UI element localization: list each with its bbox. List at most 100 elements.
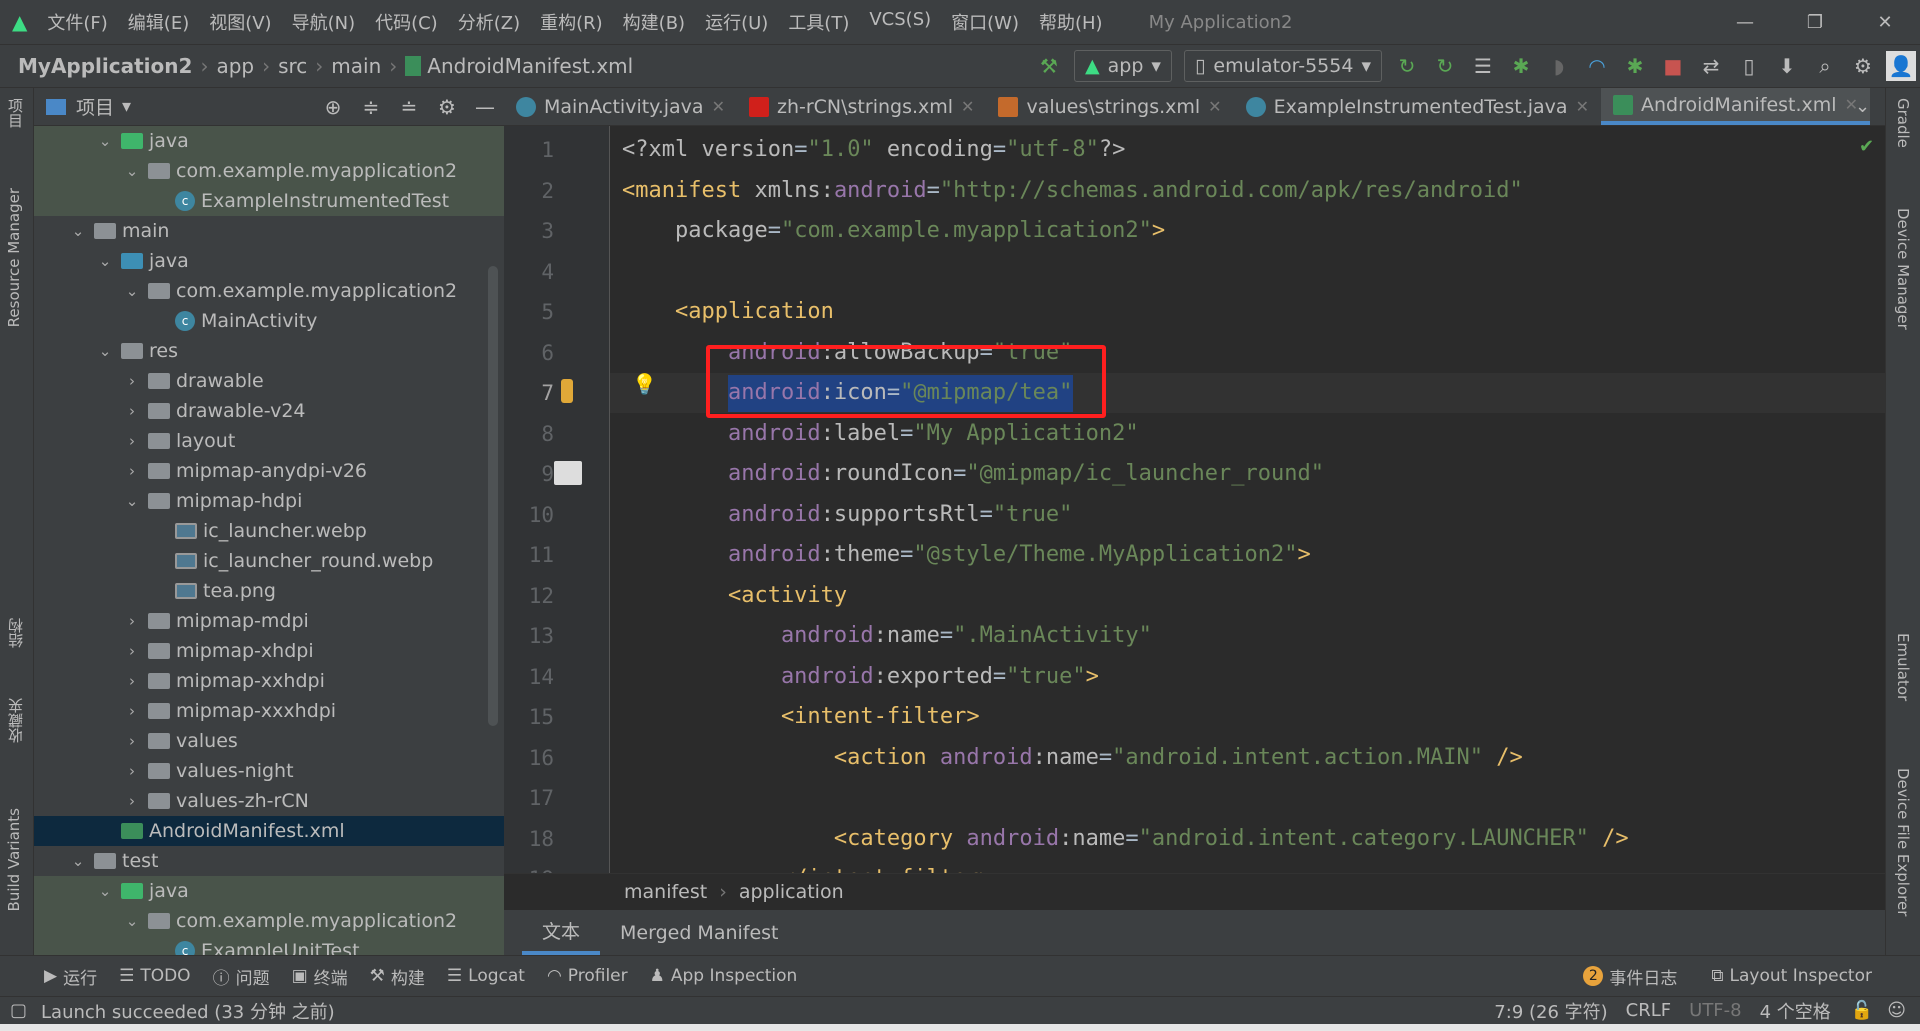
build-hammer-icon[interactable]: ⚒ bbox=[1034, 51, 1064, 81]
tree-item[interactable]: c MainActivity bbox=[34, 306, 504, 336]
resource-manager-tool-button[interactable]: Resource Manager bbox=[5, 188, 23, 327]
menu-item[interactable]: 导航(N) bbox=[292, 9, 356, 35]
tool-window-button[interactable]: ⓘ 问题 bbox=[213, 964, 270, 989]
event-log-button[interactable]: 2 事件日志 bbox=[1583, 964, 1677, 989]
tree-item[interactable]: › values-zh-rCN bbox=[34, 786, 504, 816]
menu-item[interactable]: VCS(S) bbox=[869, 9, 931, 35]
tree-item[interactable]: ic_launcher_round.webp bbox=[34, 546, 504, 576]
chevron-right-icon[interactable]: › bbox=[122, 762, 142, 780]
restore-button[interactable]: ❐ bbox=[1780, 12, 1850, 33]
project-scrollbar[interactable] bbox=[488, 266, 498, 726]
inspector-face-icon[interactable]: ☺ bbox=[1887, 1000, 1906, 1021]
indent-setting[interactable]: 4 个空格 bbox=[1760, 998, 1831, 1024]
editor-tab[interactable]: MainActivity.java ✕ bbox=[504, 88, 737, 125]
tree-item[interactable]: › values bbox=[34, 726, 504, 756]
menu-item[interactable]: 运行(U) bbox=[705, 9, 768, 35]
apply-changes-icon[interactable]: ↻ bbox=[1392, 51, 1422, 81]
profile-icon[interactable]: ◠ bbox=[1582, 51, 1612, 81]
tree-item[interactable]: ic_launcher.webp bbox=[34, 516, 504, 546]
chevron-down-icon[interactable]: ⌄ bbox=[95, 342, 115, 360]
tool-window-button[interactable]: ☰ TODO bbox=[119, 964, 191, 989]
device-manager-icon[interactable]: ▯ bbox=[1734, 51, 1764, 81]
menu-item[interactable]: 构建(B) bbox=[623, 9, 685, 35]
chevron-down-icon[interactable]: ⌄ bbox=[122, 912, 142, 930]
chevron-right-icon[interactable]: › bbox=[122, 462, 142, 480]
gradle-sync-icon[interactable]: ⇄ bbox=[1696, 51, 1726, 81]
menu-item[interactable]: 工具(T) bbox=[788, 9, 849, 35]
tool-window-button[interactable]: ▣ 终端 bbox=[292, 964, 348, 989]
tree-item[interactable]: tea.png bbox=[34, 576, 504, 606]
tree-item[interactable]: ⌄ java bbox=[34, 876, 504, 906]
tree-item[interactable]: ⌄ com.example.myapplication2 bbox=[34, 276, 504, 306]
tree-item[interactable]: ⌄ java bbox=[34, 126, 504, 156]
tree-item[interactable]: › mipmap-xxhdpi bbox=[34, 666, 504, 696]
tree-item[interactable]: › values-night bbox=[34, 756, 504, 786]
attach-debugger-icon[interactable]: ✱ bbox=[1620, 51, 1650, 81]
menu-item[interactable]: 帮助(H) bbox=[1039, 9, 1103, 35]
tree-item[interactable]: › drawable bbox=[34, 366, 504, 396]
project-tool-button[interactable]: 项目 bbox=[5, 98, 26, 128]
menu-item[interactable]: 窗口(W) bbox=[951, 9, 1019, 35]
tool-window-button[interactable]: ▶ 运行 bbox=[44, 964, 97, 989]
chevron-down-icon[interactable]: ⌄ bbox=[122, 282, 142, 300]
tree-item[interactable]: › mipmap-xhdpi bbox=[34, 636, 504, 666]
debug-icon[interactable]: ✱ bbox=[1506, 51, 1536, 81]
structure-tool-button[interactable]: 结构 bbox=[5, 618, 26, 648]
tree-item[interactable]: ⌄ com.example.myapplication2 bbox=[34, 906, 504, 936]
chevron-down-icon[interactable]: ⌄ bbox=[68, 852, 88, 870]
chevron-down-icon[interactable]: ▾ bbox=[122, 96, 131, 117]
tree-item[interactable]: ⌄ test bbox=[34, 846, 504, 876]
device-file-explorer-tool-button[interactable]: Device File Explorer bbox=[1894, 768, 1912, 916]
chevron-down-icon[interactable]: ⌄ bbox=[95, 252, 115, 270]
file-encoding[interactable]: UTF-8 bbox=[1689, 1000, 1741, 1021]
sync-icon[interactable]: ☰ bbox=[1468, 51, 1498, 81]
tool-window-button[interactable]: ◠ Profiler bbox=[547, 964, 628, 989]
breadcrumb-item[interactable]: main bbox=[331, 54, 381, 78]
tool-window-button[interactable]: ⚒ 构建 bbox=[370, 964, 425, 989]
chevron-down-icon[interactable]: ⌄ bbox=[95, 132, 115, 150]
chevron-right-icon[interactable]: › bbox=[122, 702, 142, 720]
breadcrumb-item[interactable]: src bbox=[278, 54, 307, 78]
coverage-icon[interactable]: ◗ bbox=[1544, 51, 1574, 81]
breadcrumb-manifest[interactable]: manifest bbox=[624, 881, 707, 903]
chevron-right-icon[interactable]: › bbox=[122, 732, 142, 750]
breadcrumb-item[interactable]: AndroidManifest.xml bbox=[427, 54, 633, 78]
apply-code-changes-icon[interactable]: ↻ bbox=[1430, 51, 1460, 81]
menu-item[interactable]: 重构(R) bbox=[540, 9, 603, 35]
chevron-right-icon[interactable]: › bbox=[122, 612, 142, 630]
close-button[interactable]: ✕ bbox=[1850, 12, 1920, 33]
menu-item[interactable]: 代码(C) bbox=[375, 9, 438, 35]
locate-icon[interactable]: ⊕ bbox=[318, 92, 348, 122]
build-variants-tool-button[interactable]: Build Variants bbox=[5, 808, 23, 911]
chevron-down-icon[interactable]: ⌄ bbox=[95, 882, 115, 900]
gradle-tool-button[interactable]: Gradle bbox=[1894, 98, 1912, 148]
editor-tab[interactable]: ExampleInstrumentedTest.java ✕ bbox=[1234, 88, 1601, 125]
tree-item[interactable]: ⌄ mipmap-hdpi bbox=[34, 486, 504, 516]
chevron-right-icon[interactable]: › bbox=[122, 642, 142, 660]
layout-inspector-button[interactable]: ⧉ Layout Inspector bbox=[1711, 966, 1872, 986]
tab-merged-manifest[interactable]: Merged Manifest bbox=[600, 910, 799, 955]
chevron-down-icon[interactable]: ⌄ bbox=[122, 492, 142, 510]
cursor-position[interactable]: 7:9 (26 字符) bbox=[1494, 998, 1607, 1024]
close-tab-icon[interactable]: ✕ bbox=[712, 97, 725, 116]
breadcrumb-application[interactable]: application bbox=[739, 881, 844, 903]
tree-item[interactable]: › layout bbox=[34, 426, 504, 456]
gear-icon[interactable]: ⚙ bbox=[1848, 51, 1878, 81]
minimize-button[interactable]: — bbox=[1710, 12, 1780, 33]
lock-icon[interactable]: 🔓 bbox=[1851, 1000, 1873, 1021]
chevron-right-icon[interactable]: › bbox=[122, 792, 142, 810]
device-manager-tool-button[interactable]: Device Manager bbox=[1894, 208, 1912, 330]
chevron-right-icon[interactable]: › bbox=[122, 432, 142, 450]
chevron-down-icon[interactable]: ⌄ bbox=[122, 162, 142, 180]
menu-item[interactable]: 文件(F) bbox=[47, 9, 107, 35]
tabs-overflow-chevron-icon[interactable]: ⌄ bbox=[1855, 96, 1870, 117]
search-icon[interactable]: ⌕ bbox=[1810, 51, 1840, 81]
editor-tab[interactable]: zh-rCN\strings.xml ✕ bbox=[737, 88, 986, 125]
breadcrumb-item[interactable]: MyApplication2 bbox=[18, 54, 192, 78]
sdk-manager-icon[interactable]: ⬇ bbox=[1772, 51, 1802, 81]
collapse-all-icon[interactable]: ≐ bbox=[394, 92, 424, 122]
tool-window-button[interactable]: ♟ App Inspection bbox=[650, 964, 798, 989]
hide-icon[interactable]: — bbox=[470, 92, 500, 122]
close-tab-icon[interactable]: ✕ bbox=[961, 97, 974, 116]
code-editor[interactable]: 12345678910111213141516171819 <?xml vers… bbox=[504, 126, 1885, 873]
